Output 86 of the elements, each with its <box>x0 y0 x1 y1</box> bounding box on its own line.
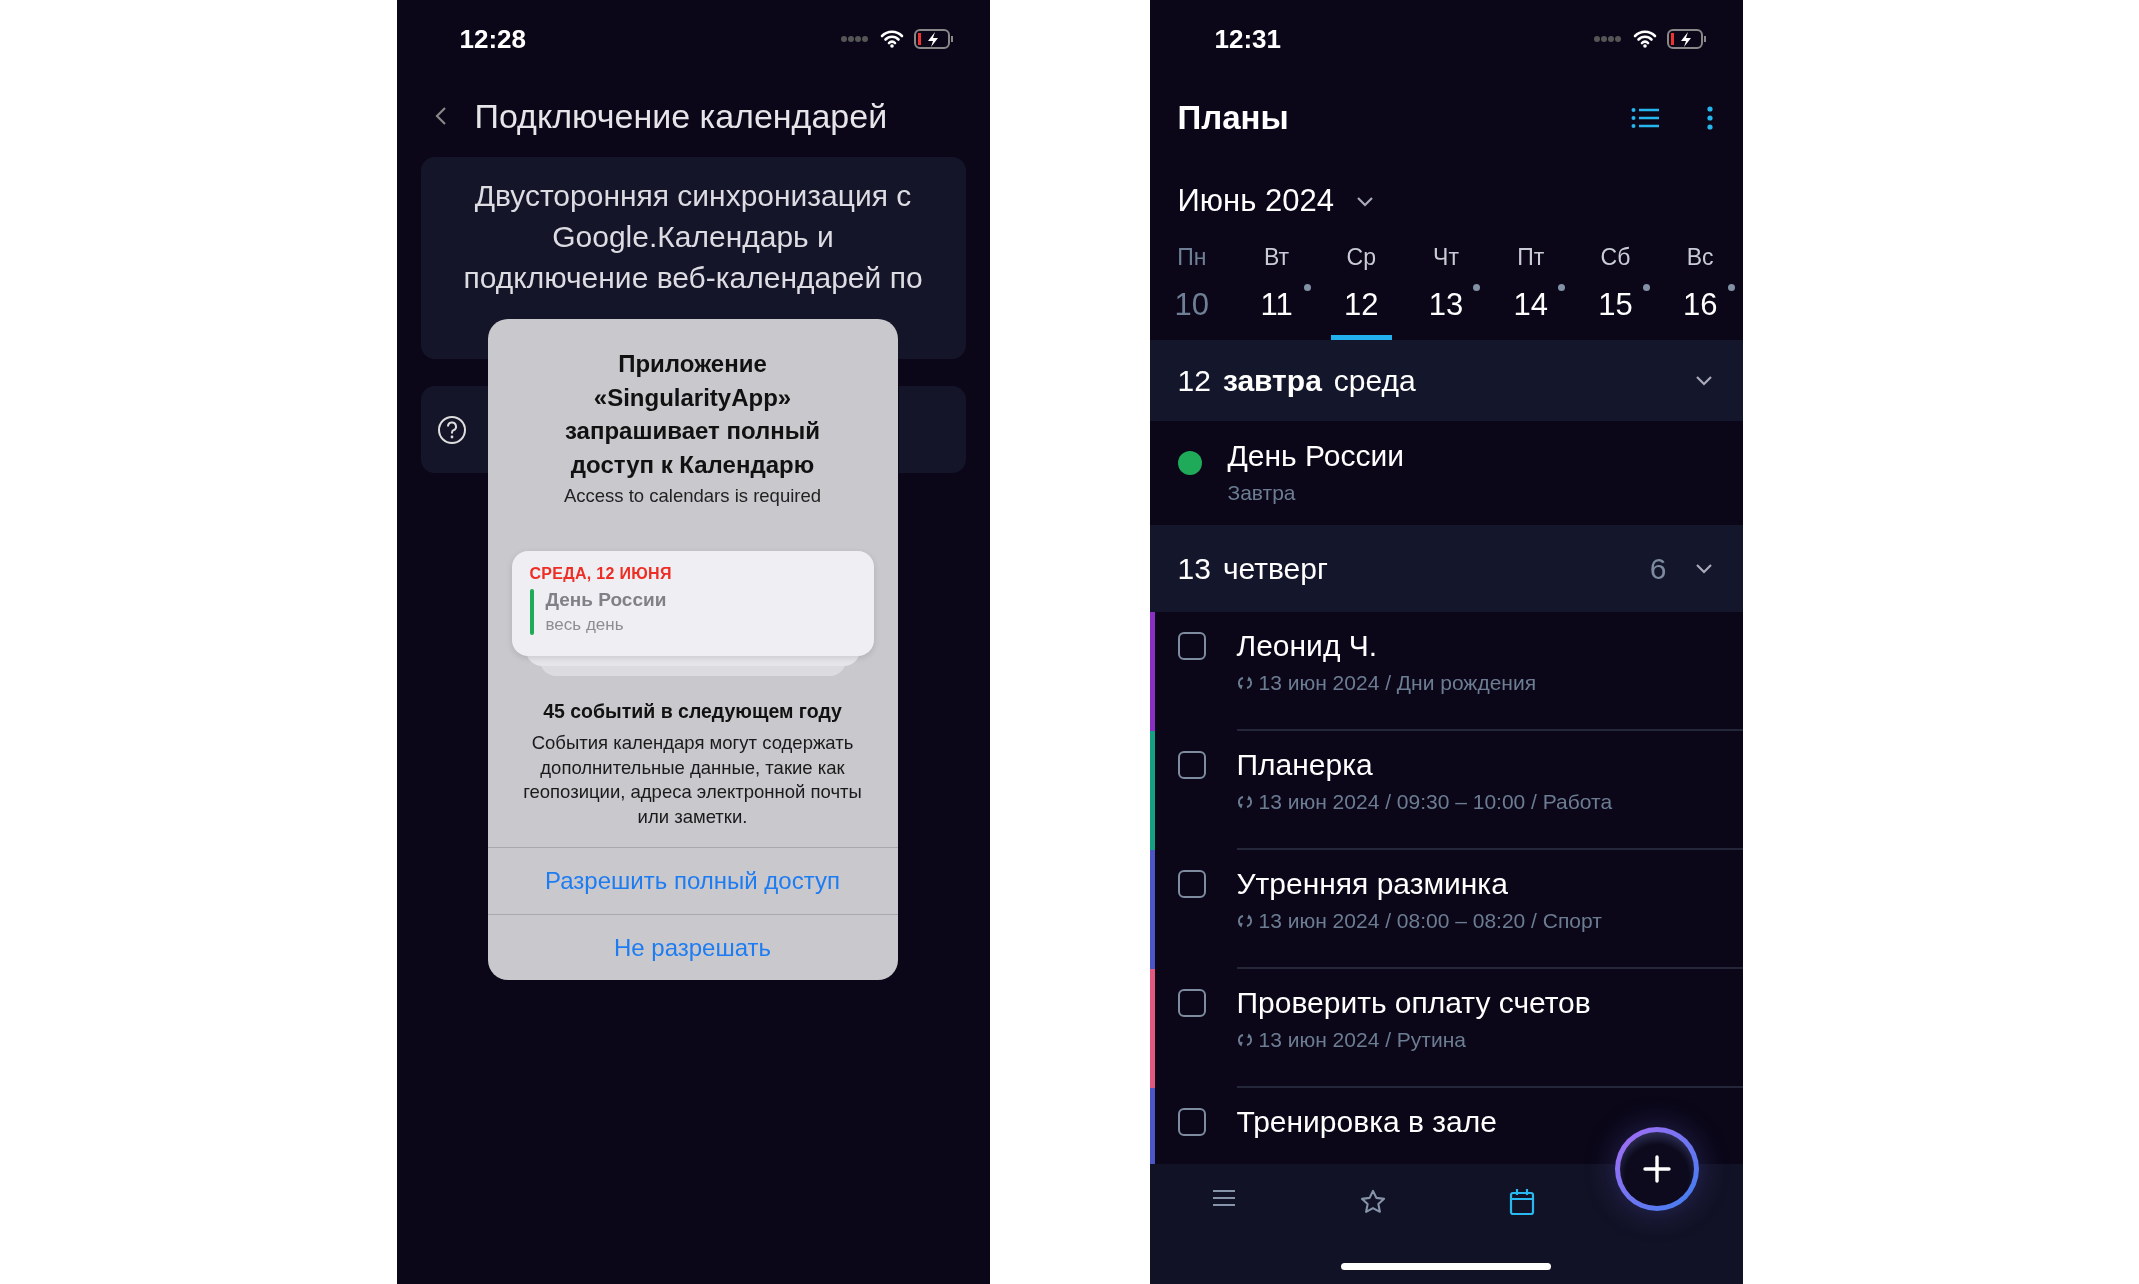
section-day: 12 <box>1177 363 1211 398</box>
task-title: Тренировка в зале <box>1236 1105 1498 1139</box>
list-view-icon[interactable] <box>1630 107 1659 129</box>
weekday-label: Чт <box>1433 244 1459 271</box>
task-row[interactable]: Утренняя разминка 13 июн 2024 / 08:00 – 08:20 / Спорт <box>1149 850 1743 969</box>
wifi-icon <box>879 30 904 48</box>
day-number: 16 <box>1682 287 1718 323</box>
status-time: 12:28 <box>459 23 526 55</box>
day-number: 14 <box>1513 287 1548 323</box>
day-number: 12 <box>1344 287 1379 323</box>
promo-text-line: подключение веб-календарей по <box>463 260 923 296</box>
task-meta: 13 июн 2024 / Рутина <box>1258 1028 1466 1052</box>
event-subtitle: Завтра <box>1227 481 1296 505</box>
week-day[interactable]: Чт 13 <box>1403 242 1489 340</box>
dialog-message: События календаря могут содержать дополнительные данные, такие как геопозиции, адреса электронной почты или заметки. <box>522 731 863 829</box>
day-section-header[interactable]: 13 четверг 6 <box>1149 525 1743 612</box>
week-day[interactable]: Сб 15 <box>1573 242 1658 340</box>
task-checkbox[interactable] <box>1177 989 1206 1017</box>
event-row[interactable]: День России Завтра <box>1149 421 1743 525</box>
repeat-icon <box>1236 794 1253 810</box>
events-count: 45 событий в следующем году <box>543 700 842 723</box>
weekday-label: Вт <box>1264 244 1290 271</box>
weekday-label: Пт <box>1517 244 1545 271</box>
preview-event-time: весь день <box>545 615 625 635</box>
calendar-icon <box>1509 1188 1535 1216</box>
task-meta: 13 июн 2024 / 08:00 – 08:20 / Спорт <box>1258 909 1602 933</box>
task-title: Леонид Ч. <box>1236 629 1379 663</box>
dialog-subtitle: Access to calendars is required <box>563 485 822 507</box>
promo-text-line: Двусторонняя синхронизация с <box>474 178 912 214</box>
chevron-down-icon <box>1355 195 1374 207</box>
plus-icon <box>1642 1155 1671 1183</box>
task-row[interactable]: Планерка 13 июн 2024 / 09:30 – 10:00 / Работа <box>1149 731 1743 850</box>
task-checkbox[interactable] <box>1177 1108 1206 1136</box>
task-checkbox[interactable] <box>1177 632 1206 660</box>
task-meta: 13 июн 2024 / 09:30 – 10:00 / Работа <box>1258 790 1613 814</box>
week-day[interactable]: Вт 11 <box>1234 242 1319 340</box>
week-day[interactable]: Пт 14 <box>1488 242 1574 340</box>
help-icon <box>436 414 467 445</box>
task-checkbox[interactable] <box>1177 751 1206 779</box>
chevron-down-icon[interactable] <box>1694 375 1713 386</box>
preview-date: СРЕДА, 12 ИЮНЯ <box>529 565 673 583</box>
back-icon[interactable] <box>434 106 447 126</box>
menu-icon <box>1211 1188 1237 1208</box>
section-count: 6 <box>1649 551 1667 586</box>
task-row[interactable]: Проверить оплату счетов 13 июн 2024 / Рутина <box>1149 969 1743 1088</box>
signal-icon <box>839 35 870 43</box>
event-title: День России <box>1227 439 1404 473</box>
weekday-label: Сб <box>1600 244 1631 271</box>
week-day[interactable]: Пн 10 <box>1149 242 1235 340</box>
section-relative-day: завтра <box>1222 363 1322 398</box>
repeat-icon <box>1236 913 1253 929</box>
battery-icon <box>1666 29 1707 49</box>
dialog-title: Приложение «SingularityApp» запрашивает полный доступ к Календарю <box>564 349 821 480</box>
day-number: 15 <box>1598 287 1633 323</box>
more-icon[interactable] <box>1706 106 1713 130</box>
star-icon <box>1359 1188 1387 1216</box>
weekday-label: Пн <box>1177 244 1207 271</box>
weekday-label: Ср <box>1346 244 1376 271</box>
preview-event-title: День России <box>545 589 667 611</box>
signal-icon <box>1592 35 1623 43</box>
task-checkbox[interactable] <box>1177 870 1206 898</box>
screen-title: Планы <box>1177 99 1289 137</box>
month-selector[interactable]: Июнь 2024 <box>1177 160 1374 242</box>
repeat-icon <box>1236 675 1253 691</box>
task-meta: 13 июн 2024 / Дни рождения <box>1258 671 1536 695</box>
task-title: Утренняя разминка <box>1236 867 1509 901</box>
day-section-header[interactable]: 12 завтра среда <box>1149 340 1743 421</box>
repeat-icon <box>1236 1032 1253 1048</box>
chevron-down-icon[interactable] <box>1694 563 1713 574</box>
screen-title: Подключение календарей <box>474 96 888 136</box>
day-number: 11 <box>1260 287 1293 323</box>
week-day[interactable]: Вс 16 <box>1657 242 1743 340</box>
section-day: 13 <box>1177 551 1211 586</box>
task-title: Проверить оплату счетов <box>1236 986 1592 1020</box>
help-card[interactable] <box>420 386 488 473</box>
wifi-icon <box>1632 30 1657 48</box>
promo-text-line: Google.Календарь и <box>552 219 834 255</box>
battery-icon <box>913 29 954 49</box>
task-row[interactable]: Леонид Ч. 13 июн 2024 / Дни рождения <box>1149 612 1743 731</box>
section-weekday: четверг <box>1222 551 1328 586</box>
weekday-label: Вс <box>1686 244 1714 271</box>
day-number: 10 <box>1174 287 1210 323</box>
task-title: Планерка <box>1236 748 1374 782</box>
section-weekday: среда <box>1333 363 1416 398</box>
day-number: 13 <box>1428 287 1464 323</box>
status-time: 12:31 <box>1214 23 1281 55</box>
